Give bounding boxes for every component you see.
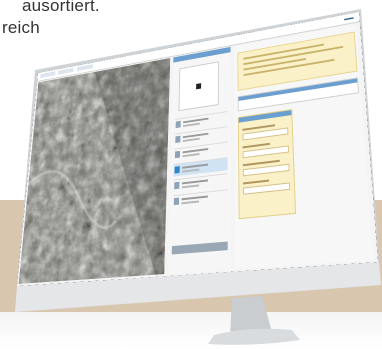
monitor-illustration [15,9,381,345]
monitor-bezel [17,12,378,286]
monitor-stand-icon [208,296,300,345]
